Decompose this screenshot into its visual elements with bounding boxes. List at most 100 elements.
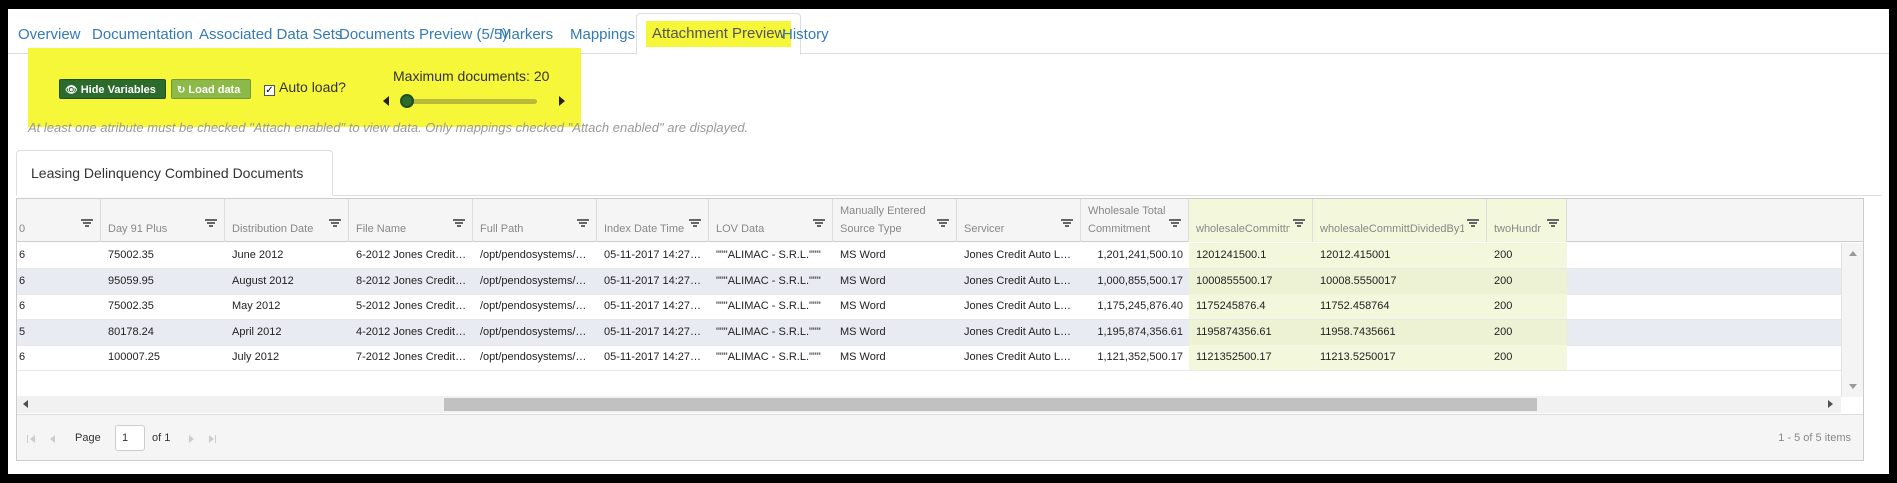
auto-load-checkbox[interactable]: ✓ [264, 85, 275, 96]
table-cell: 1000855500.17 [1189, 268, 1313, 294]
table-cell: 6 [19, 274, 26, 287]
filter-icon[interactable] [329, 219, 341, 228]
table-cell: /opt/pendosystems/docum... [480, 300, 597, 313]
filter-icon[interactable] [1293, 219, 1305, 228]
column-header-line2: Index Date Time [604, 223, 685, 235]
table-cell: 5-2012 Jones Credit Auto ... [356, 300, 473, 313]
table-cell: 6-2012 Jones Credit Auto ... [356, 249, 473, 261]
panel-divider [333, 195, 1881, 196]
tab-attachment-preview-label: Attachment Preview [646, 21, 792, 47]
table-cell: 1175245876.4 [1189, 294, 1313, 320]
table-row[interactable]: 6 100007.25 July 2012 7-2012 Jones Credit A… [17, 345, 1863, 372]
table-cell: 1121352500.17 [1189, 345, 1313, 371]
column-header-line1: Wholesale Total [1088, 205, 1166, 217]
panel-tab-leasing-delinquency[interactable]: Leasing Delinquency Combined Documents [16, 150, 333, 196]
table-cell: 12012.415001 [1313, 243, 1487, 268]
table-row[interactable]: 5 80178.24 April 2012 4-2012 Jones Credit A… [17, 319, 1863, 346]
column-header-label: Distribution Date [232, 220, 326, 238]
column-header-label: Servicer [964, 220, 1058, 238]
table-cell: June 2012 [232, 249, 284, 261]
slider-increase-arrow[interactable] [559, 96, 565, 106]
column-header-label: wholesaleCommittment [1196, 220, 1290, 238]
grid-header: 0 Day 91 Plus Distribution Date File Name Fu… [17, 199, 1863, 242]
scroll-left-arrow[interactable] [23, 400, 28, 408]
column-header-distribution-date[interactable]: Distribution Date [225, 199, 349, 242]
filter-icon[interactable] [689, 219, 701, 228]
column-header-line2: Day 91 Plus [108, 223, 168, 235]
table-cell: 6 [19, 300, 26, 313]
filter-icon[interactable] [81, 219, 93, 228]
first-page-icon[interactable] [27, 435, 37, 443]
column-header-line2: File Name [356, 223, 407, 235]
column-header-0[interactable]: 0 [17, 199, 101, 242]
table-row[interactable]: 6 75002.35 May 2012 5-2012 Jones Credit Aut… [17, 294, 1863, 321]
column-header-index-date-time[interactable]: Index Date Time [597, 199, 709, 242]
table-cell: /opt/pendosystems/docum... [480, 325, 597, 338]
table-cell: 1,195,874,356.61 [1097, 325, 1183, 338]
table-cell: 200 [1487, 243, 1567, 268]
scroll-right-arrow[interactable] [1828, 400, 1833, 408]
table-row[interactable]: 6 95059.95 August 2012 8-2012 Jones Credit … [17, 268, 1863, 295]
scroll-down-arrow[interactable] [1849, 384, 1857, 389]
table-cell: 1,121,352,500.17 [1097, 351, 1183, 364]
column-header-wholesalecommittdividedby100000[interactable]: wholesaleCommittDividedBy100000 [1313, 199, 1487, 242]
table-row[interactable]: 6 75002.35 June 2012 6-2012 Jones Credit Au… [17, 243, 1863, 269]
table-cell: 6 [19, 249, 26, 261]
column-header-line2: wholesaleCommittment [1196, 223, 1290, 235]
refresh-icon: ↻ [177, 85, 186, 96]
column-header-manually-entered-source-type[interactable]: Manually Entered Source Type [833, 199, 957, 242]
max-documents-label: Maximum documents: 20 [393, 68, 550, 84]
column-header-label: LOV Data [716, 220, 810, 238]
column-header-line2: 0 [19, 223, 26, 235]
column-header-servicer[interactable]: Servicer [957, 199, 1081, 242]
column-header-line2: twoHundr [1494, 223, 1542, 235]
table-cell: May 2012 [232, 300, 281, 313]
filter-icon[interactable] [1547, 219, 1559, 228]
table-cell: """ALIMAC - S.R.L.""" [716, 274, 821, 287]
table-cell: 1,175,245,876.40 [1097, 300, 1183, 313]
filter-icon[interactable] [1169, 219, 1181, 228]
table-cell: Jones Credit Auto Lease T... [964, 351, 1081, 364]
column-header-wholesalecommittment[interactable]: wholesaleCommittment [1189, 199, 1313, 242]
column-header-full-path[interactable]: Full Path [473, 199, 597, 242]
column-header-wholesale-total-commitment[interactable]: Wholesale Total Commitment [1081, 199, 1189, 242]
next-page-icon[interactable] [187, 435, 197, 443]
load-data-button[interactable]: ↻ Load data [171, 79, 251, 99]
column-header-file-name[interactable]: File Name [349, 199, 473, 242]
table-cell: 05-11-2017 14:27:57 U... [604, 325, 709, 338]
table-cell: 5 [19, 325, 26, 338]
max-documents-slider[interactable] [405, 99, 537, 104]
horizontal-scroll-thumb[interactable] [444, 398, 1537, 411]
horizontal-scrollbar[interactable] [17, 396, 1841, 413]
table-cell: /opt/pendosystems/docum... [480, 274, 597, 287]
filter-icon[interactable] [577, 219, 589, 228]
table-cell: 200 [1487, 319, 1567, 345]
filter-icon[interactable] [937, 219, 949, 228]
slider-decrease-arrow[interactable] [383, 96, 389, 106]
page-number-input[interactable] [115, 425, 145, 451]
items-count-info: 1 - 5 of 5 items [1778, 432, 1851, 444]
filter-icon[interactable] [1467, 219, 1479, 228]
column-header-label: Index Date Time [604, 220, 686, 238]
table-cell: 6 [19, 351, 26, 364]
scroll-up-arrow[interactable] [1849, 251, 1857, 256]
column-header-twohundr[interactable]: twoHundr [1487, 199, 1567, 242]
tab-history[interactable]: History [772, 23, 839, 54]
table-cell: 1,201,241,500.10 [1097, 249, 1183, 261]
column-header-line2: Distribution Date [232, 223, 314, 235]
last-page-icon[interactable] [207, 435, 217, 443]
vertical-scrollbar[interactable] [1841, 243, 1863, 397]
table-cell: 75002.35 [108, 300, 154, 313]
filter-icon[interactable] [813, 219, 825, 228]
column-header-day-91-plus[interactable]: Day 91 Plus [101, 199, 225, 242]
attachment-data-grid: 0 Day 91 Plus Distribution Date File Name Fu… [16, 198, 1864, 461]
filter-icon[interactable] [1061, 219, 1073, 228]
filter-icon[interactable] [205, 219, 217, 228]
column-header-lov-data[interactable]: LOV Data [709, 199, 833, 242]
hide-variables-button[interactable]: 👁 Hide Variables [59, 79, 166, 99]
max-documents-slider-handle[interactable] [400, 94, 414, 108]
auto-load-toggle[interactable]: ✓ Auto load? [264, 79, 346, 96]
filter-icon[interactable] [453, 219, 465, 228]
eye-icon: 👁 [65, 85, 78, 96]
previous-page-icon[interactable] [47, 435, 57, 443]
